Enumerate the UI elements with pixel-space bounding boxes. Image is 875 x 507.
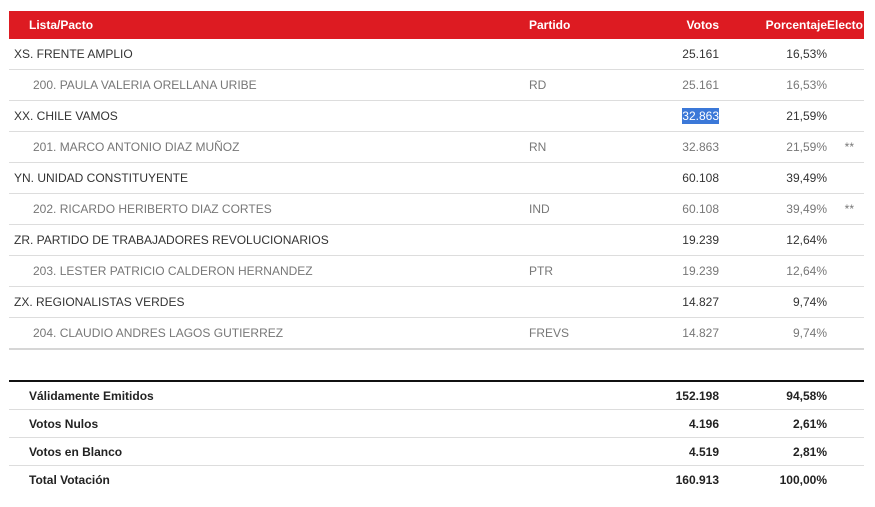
totals-percentage: 2,61% xyxy=(792,416,827,431)
header-party[interactable]: Partido xyxy=(519,18,629,32)
list-name: ZX. REGIONALISTAS VERDES xyxy=(14,295,185,309)
candidate-row: 204. CLAUDIO ANDRES LAGOS GUTIERREZ FREV… xyxy=(9,318,864,350)
votes: 60.108 xyxy=(682,171,719,185)
totals-votes: 4.196 xyxy=(688,416,719,431)
totals-percentage: 2,81% xyxy=(792,444,827,459)
party: RD xyxy=(529,78,547,92)
votes: 25.161 xyxy=(682,47,719,61)
header-votes[interactable]: Votos xyxy=(629,18,719,32)
votes: 19.239 xyxy=(682,233,719,247)
votes: 60.108 xyxy=(682,202,719,216)
selected-votes-text[interactable]: 32.863 xyxy=(682,108,719,124)
totals-percentage: 100,00% xyxy=(779,472,827,487)
votes: 14.827 xyxy=(682,295,719,309)
header-percentage[interactable]: Porcentaje xyxy=(719,18,827,32)
percentage: 16,53% xyxy=(786,78,827,92)
totals-row: Votos Nulos 4.196 2,61% xyxy=(9,410,864,438)
party: IND xyxy=(529,202,550,216)
party: RN xyxy=(529,140,547,154)
totals-votes: 160.913 xyxy=(675,472,719,487)
totals-votes: 152.198 xyxy=(675,388,719,403)
totals-percentage: 94,58% xyxy=(786,388,827,403)
totals-label: Votos Nulos xyxy=(29,416,99,431)
percentage: 39,49% xyxy=(786,202,827,216)
votes: 25.161 xyxy=(682,78,719,92)
percentage: 9,74% xyxy=(792,326,827,340)
candidate-row: 200. PAULA VALERIA ORELLANA URIBE RD 25.… xyxy=(9,70,864,101)
candidate-name: 202. RICARDO HERIBERTO DIAZ CORTES xyxy=(33,202,272,216)
totals-row: Válidamente Emitidos 152.198 94,58% xyxy=(9,382,864,410)
candidate-name: 203. LESTER PATRICIO CALDERON HERNANDEZ xyxy=(33,264,313,278)
list-name: XS. FRENTE AMPLIO xyxy=(14,47,133,61)
list-row: XX. CHILE VAMOS 32.863 21,59% xyxy=(9,101,864,132)
list-name: YN. UNIDAD CONSTITUYENTE xyxy=(14,171,189,185)
candidate-row: 201. MARCO ANTONIO DIAZ MUÑOZ RN 32.863 … xyxy=(9,132,864,163)
percentage: 12,64% xyxy=(786,233,827,247)
totals-label: Votos en Blanco xyxy=(29,444,123,459)
elected-mark: ** xyxy=(844,202,854,216)
percentage: 16,53% xyxy=(786,47,827,61)
totals-label: Válidamente Emitidos xyxy=(29,388,154,403)
totals-table: Válidamente Emitidos 152.198 94,58% Voto… xyxy=(9,380,864,493)
candidate-name: 201. MARCO ANTONIO DIAZ MUÑOZ xyxy=(33,140,240,154)
percentage: 12,64% xyxy=(786,264,827,278)
table-header: Lista/Pacto Partido Votos Porcentaje Ele… xyxy=(9,11,864,39)
totals-row: Total Votación 160.913 100,00% xyxy=(9,466,864,493)
results-table: Lista/Pacto Partido Votos Porcentaje Ele… xyxy=(9,11,864,350)
candidate-row: 202. RICARDO HERIBERTO DIAZ CORTES IND 6… xyxy=(9,194,864,225)
elected-mark: ** xyxy=(844,140,854,154)
candidate-name: 200. PAULA VALERIA ORELLANA URIBE xyxy=(33,78,257,92)
percentage: 39,49% xyxy=(786,171,827,185)
list-row: XS. FRENTE AMPLIO 25.161 16,53% xyxy=(9,39,864,70)
totals-row: Votos en Blanco 4.519 2,81% xyxy=(9,438,864,466)
party: PTR xyxy=(529,264,553,278)
list-name: XX. CHILE VAMOS xyxy=(14,109,118,123)
totals-votes: 4.519 xyxy=(688,444,719,459)
votes-cell: 32.863 xyxy=(629,108,719,124)
list-row: ZR. PARTIDO DE TRABAJADORES REVOLUCIONAR… xyxy=(9,225,864,256)
votes: 14.827 xyxy=(682,326,719,340)
percentage: 21,59% xyxy=(786,109,827,123)
votes: 19.239 xyxy=(682,264,719,278)
header-elected[interactable]: Electo xyxy=(827,18,864,32)
list-row: YN. UNIDAD CONSTITUYENTE 60.108 39,49% xyxy=(9,163,864,194)
list-row: ZX. REGIONALISTAS VERDES 14.827 9,74% xyxy=(9,287,864,318)
candidate-name: 204. CLAUDIO ANDRES LAGOS GUTIERREZ xyxy=(33,326,284,340)
candidate-row: 203. LESTER PATRICIO CALDERON HERNANDEZ … xyxy=(9,256,864,287)
votes: 32.863 xyxy=(682,140,719,154)
totals-label: Total Votación xyxy=(29,472,110,487)
list-name: ZR. PARTIDO DE TRABAJADORES REVOLUCIONAR… xyxy=(14,233,329,247)
party: FREVS xyxy=(529,326,570,340)
percentage: 21,59% xyxy=(786,140,827,154)
header-list[interactable]: Lista/Pacto xyxy=(9,18,519,32)
percentage: 9,74% xyxy=(792,295,827,309)
